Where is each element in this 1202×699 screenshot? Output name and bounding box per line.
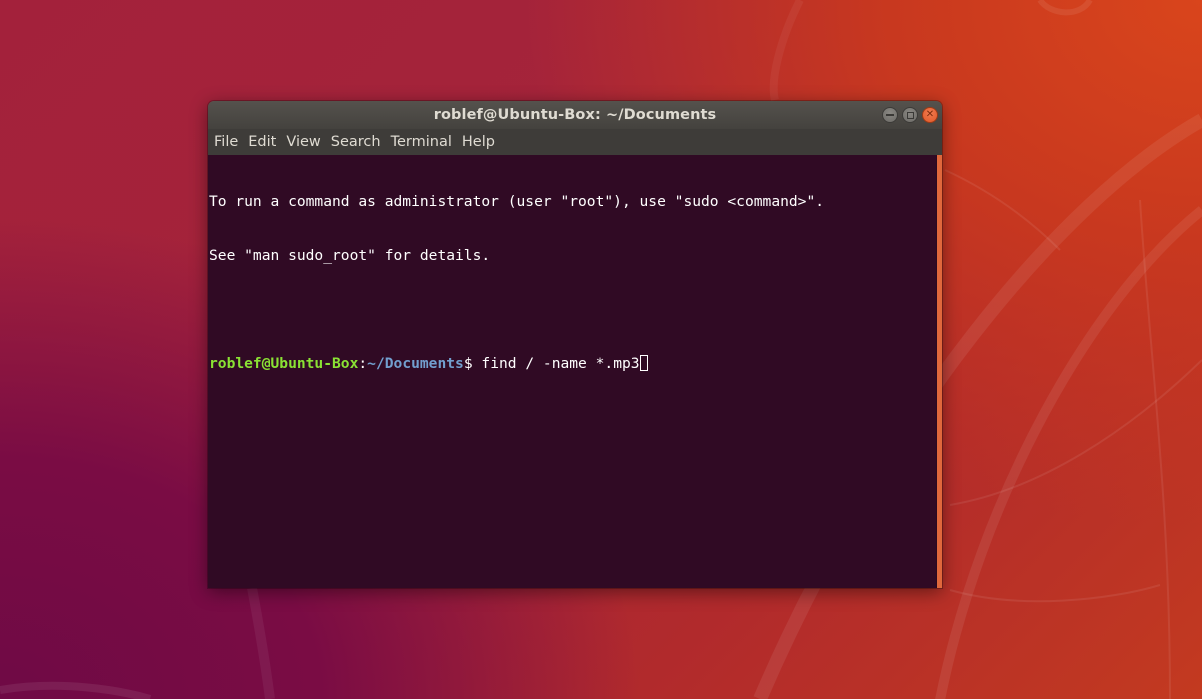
menu-edit[interactable]: Edit [244,134,280,150]
menu-help[interactable]: Help [458,134,499,150]
wallpaper-arc [935,206,1202,699]
prompt-line[interactable]: roblef@Ubuntu-Box:~/Documents$ find / -n… [209,355,934,373]
scrollbar-thumb[interactable] [937,155,942,588]
command-input[interactable]: find / -name *.mp3 [473,355,639,372]
wallpaper-arc [944,169,1061,251]
terminal-area[interactable]: To run a command as administrator (user … [208,155,942,588]
maximize-button[interactable] [902,107,918,123]
window-title: roblef@Ubuntu-Box: ~/Documents [433,107,717,123]
prompt-symbol: $ [463,355,473,372]
wallpaper-arc [1139,199,1171,699]
title-bar[interactable]: roblef@Ubuntu-Box: ~/Documents ✕ [208,101,942,129]
scrollbar[interactable] [936,155,942,588]
menu-terminal[interactable]: Terminal [387,134,456,150]
menu-bar: File Edit View Search Terminal Help [208,129,942,155]
prompt-user-host: roblef@Ubuntu-Box [209,355,359,372]
window-controls: ✕ [882,107,938,123]
menu-view[interactable]: View [282,134,324,150]
wallpaper-arc [769,0,804,101]
terminal-output: To run a command as administrator (user … [209,157,934,409]
wallpaper-arc [949,584,1161,603]
wallpaper-arc [1037,0,1093,16]
wallpaper-arc [247,587,275,699]
prompt-separator: : [358,355,368,372]
terminal-window[interactable]: roblef@Ubuntu-Box: ~/Documents ✕ File Ed… [208,101,942,588]
terminal-line: To run a command as administrator (user … [209,193,825,210]
close-icon: ✕ [925,109,935,120]
wallpaper-arc [949,359,1202,506]
prompt-path: ~/Documents [367,355,464,372]
menu-file[interactable]: File [210,134,242,150]
minimize-icon [886,114,894,116]
menu-search[interactable]: Search [327,134,385,150]
maximize-icon [906,111,914,119]
close-button[interactable]: ✕ [922,107,938,123]
text-cursor [639,355,648,371]
minimize-button[interactable] [882,107,898,123]
terminal-line: See "man sudo_root" for details. [209,247,491,264]
wallpaper-arc [0,681,152,699]
